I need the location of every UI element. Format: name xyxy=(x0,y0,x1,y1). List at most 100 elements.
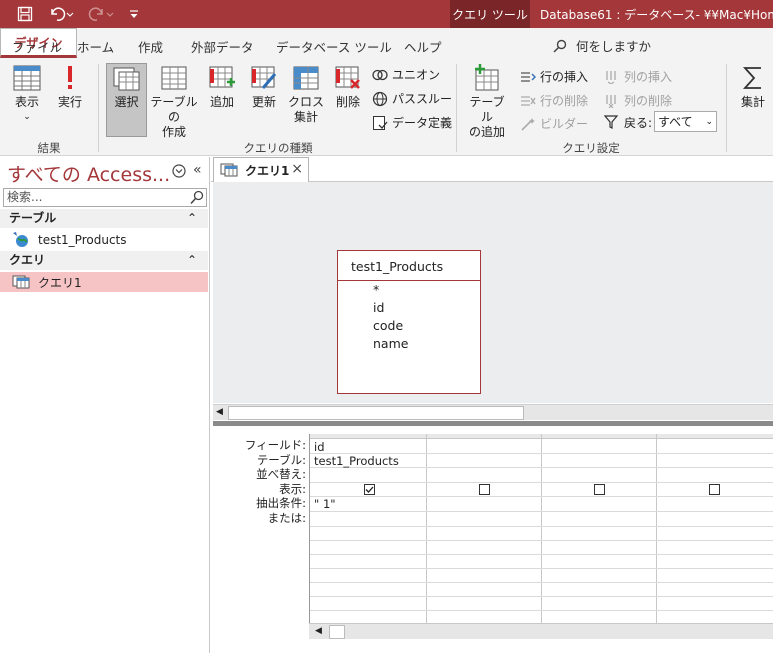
delete-query-button[interactable]: 削除 xyxy=(330,64,366,110)
scroll-left-icon[interactable]: ◀ xyxy=(315,626,322,636)
nav-group-queries[interactable]: クエリ ⌃ xyxy=(0,251,208,270)
nav-pane-menu-icon[interactable] xyxy=(172,164,186,181)
grid-row-line xyxy=(310,554,773,555)
tab-external-data[interactable]: 外部データ xyxy=(191,37,254,56)
return-values-select[interactable]: すべて ⌄ xyxy=(654,111,717,132)
field-list-title[interactable]: test1_Products xyxy=(351,259,443,274)
chevron-up-icon: ⌃ xyxy=(186,253,197,267)
grid-row-line xyxy=(310,596,773,597)
grid-row-line xyxy=(310,540,773,541)
crosstab-query-button[interactable]: クロス 集計 xyxy=(288,64,324,125)
nav-item-query1[interactable]: クエリ1 xyxy=(0,272,208,292)
navigation-pane: すべての Access... « 検索... テーブル ⌃ test1_Prod… xyxy=(0,157,210,653)
make-table-icon xyxy=(161,66,187,90)
show-checkbox[interactable] xyxy=(594,484,605,495)
delete-columns-button[interactable]: 列の削除 xyxy=(604,92,672,109)
scrollbar-thumb[interactable] xyxy=(228,406,524,420)
delete-rows-label: 行の削除 xyxy=(540,94,589,108)
select-label: 選択 xyxy=(114,95,139,109)
show-checkbox[interactable] xyxy=(479,484,490,495)
append-query-button[interactable]: 追加 xyxy=(204,64,240,110)
grid-cell-criteria[interactable]: " 1" xyxy=(314,497,336,511)
return-label: 戻る: xyxy=(624,116,653,130)
field-list-item[interactable]: name xyxy=(373,336,408,351)
insert-columns-button[interactable]: 列の挿入 xyxy=(604,68,672,85)
grid-row-line xyxy=(310,511,773,512)
run-button[interactable]: 実行 xyxy=(52,64,88,110)
table-field-list[interactable]: test1_Products * id code name xyxy=(337,250,481,394)
add-table-label-1: テーブル xyxy=(469,95,505,124)
passthrough-query-button[interactable]: パススルー xyxy=(372,90,452,107)
return-value: すべて xyxy=(658,115,693,129)
update-query-icon xyxy=(251,66,277,89)
query-icon xyxy=(220,163,238,177)
nav-search-input[interactable]: 検索... xyxy=(3,188,207,207)
select-query-button[interactable]: 選択 xyxy=(106,63,147,137)
add-table-button[interactable]: テーブル の追加 xyxy=(464,64,510,140)
totals-label: 集計 xyxy=(740,95,765,109)
grid-label-show: 表示: xyxy=(279,481,306,496)
totals-button[interactable]: 集計 xyxy=(734,64,772,110)
tab-create[interactable]: 作成 xyxy=(138,37,163,56)
field-list-item[interactable]: * xyxy=(373,282,379,297)
append-query-icon xyxy=(209,66,235,88)
crosstab-label-1: クロス xyxy=(288,95,325,109)
scroll-left-icon[interactable]: ◀ xyxy=(216,407,223,417)
passthrough-label: パススルー xyxy=(392,92,453,106)
grid-label-criteria: 抽出条件: xyxy=(256,496,306,510)
sigma-icon xyxy=(742,67,761,89)
grid-cell-field[interactable]: id xyxy=(314,440,325,454)
data-definition-button[interactable]: データ定義 xyxy=(372,114,452,131)
close-icon[interactable]: × xyxy=(291,161,303,177)
field-list-item[interactable]: id xyxy=(373,300,384,315)
show-checkbox[interactable] xyxy=(364,484,375,495)
chevron-up-icon: ⌃ xyxy=(186,211,197,225)
redo-icon[interactable] xyxy=(86,3,116,25)
insert-columns-icon xyxy=(606,70,616,84)
data-definition-label: データ定義 xyxy=(392,116,453,130)
update-query-button[interactable]: 更新 xyxy=(246,64,282,110)
grid-cell-table[interactable]: test1_Products xyxy=(314,454,399,468)
tab-home[interactable]: ホーム xyxy=(77,37,114,56)
table-pane-horizontal-scrollbar[interactable]: ◀ xyxy=(213,404,773,420)
undo-icon[interactable] xyxy=(46,3,76,25)
tell-me-box[interactable]: 何をしますか xyxy=(553,36,651,55)
show-checkbox[interactable] xyxy=(709,484,720,495)
document-tab-query1[interactable]: クエリ1 × xyxy=(213,157,309,182)
design-grid[interactable]: id test1_Products " 1" xyxy=(309,434,773,624)
scrollbar-thumb[interactable] xyxy=(329,625,345,639)
view-dropdown-icon: ⌄ xyxy=(23,112,31,122)
linked-table-globe-icon xyxy=(13,232,28,247)
tab-database-tools[interactable]: データベース ツール xyxy=(276,37,392,56)
window-title: Database61 : データベース- ¥¥Mac¥Home¥ xyxy=(540,8,773,22)
search-icon[interactable] xyxy=(190,190,204,210)
collapse-pane-icon[interactable]: « xyxy=(193,162,202,178)
delete-rows-button[interactable]: 行の削除 xyxy=(520,92,588,109)
ribbon-tabs: ファイル ホーム 作成 外部データ データベース ツール ヘルプ デザイン 何を… xyxy=(0,28,773,60)
data-definition-icon xyxy=(373,115,388,130)
view-label: 表示 xyxy=(14,95,39,109)
nav-group-tables[interactable]: テーブル ⌃ xyxy=(0,209,208,228)
builder-button[interactable]: ビルダー xyxy=(520,115,588,132)
delete-label: 削除 xyxy=(335,95,360,109)
make-table-button[interactable]: テーブルの 作成 xyxy=(148,64,200,140)
field-list-item[interactable]: code xyxy=(373,318,403,333)
tab-file[interactable]: ファイル xyxy=(12,37,62,56)
union-query-button[interactable]: ユニオン xyxy=(372,66,440,83)
nav-pane-title[interactable]: すべての Access... xyxy=(7,160,170,187)
customize-quick-access-icon[interactable] xyxy=(126,3,142,25)
insert-rows-icon xyxy=(521,71,536,82)
insert-rows-button[interactable]: 行の挿入 xyxy=(520,68,588,85)
save-icon[interactable] xyxy=(14,3,36,25)
group-label-query-type: クエリの種類 xyxy=(243,141,313,155)
return-filter-icon xyxy=(604,115,619,129)
tab-help[interactable]: ヘルプ xyxy=(404,37,442,56)
nav-item-test1-products[interactable]: test1_Products xyxy=(0,230,208,250)
grid-horizontal-scrollbar[interactable]: ◀ xyxy=(309,623,773,639)
field-list-divider xyxy=(338,280,480,281)
nav-item-label: test1_Products xyxy=(38,233,127,247)
view-button[interactable]: 表示 ⌄ xyxy=(8,64,46,125)
grid-row-line xyxy=(310,568,773,569)
group-label-results: 結果 xyxy=(37,141,61,155)
return-values-control: 戻る: xyxy=(604,114,652,131)
